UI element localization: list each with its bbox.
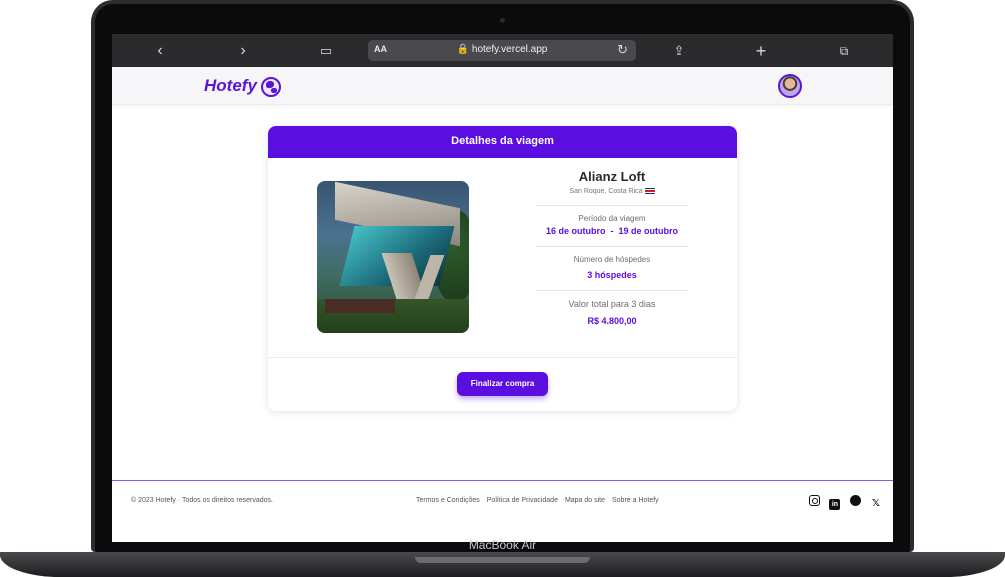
share-icon[interactable]: ⇪ [669, 41, 689, 61]
total-value: R$ 4.800,00 [587, 316, 637, 326]
finalize-purchase-button[interactable]: Finalizar compra [457, 372, 548, 396]
divider [536, 205, 688, 206]
app-header: Hotefy [112, 67, 893, 105]
url-value: hotefy.vercel.app [471, 44, 548, 55]
laptop-base [0, 552, 1005, 577]
hotel-photo [317, 181, 469, 333]
user-avatar[interactable] [778, 74, 802, 98]
location-text: San Roque, Costa Rica [569, 188, 643, 195]
footer-link-about[interactable]: Sobre a Hotefy [612, 497, 659, 504]
trip-details-card: Detalhes da viagem Alianz Loft San Roque… [268, 126, 737, 411]
social-icons: in 𝕏 [809, 493, 886, 511]
x-icon[interactable]: 𝕏 [870, 498, 881, 509]
footer-link-terms[interactable]: Termos e Condições [416, 497, 480, 504]
address-bar[interactable]: AA 🔒 hotefy.vercel.app ↻ [368, 40, 636, 61]
globe-icon [261, 77, 281, 97]
period-label: Período da viagem [578, 214, 646, 223]
github-icon[interactable] [849, 495, 861, 506]
divider [536, 290, 688, 291]
instagram-icon[interactable] [809, 495, 820, 506]
guests-value: 3 hóspedes [587, 270, 637, 280]
hotefy-logo[interactable]: Hotefy [204, 76, 257, 96]
safari-toolbar: ‹ › ▭ AA 🔒 hotefy.vercel.app ↻ ⇪ + ⧉ [112, 34, 893, 67]
forward-icon[interactable]: › [233, 41, 253, 61]
device-label: MacBook Air [468, 538, 537, 552]
reload-icon[interactable]: ↻ [617, 42, 628, 58]
costa-rica-flag-icon [644, 188, 655, 195]
tabs-icon[interactable]: ⧉ [834, 41, 854, 61]
divider [536, 246, 688, 247]
linkedin-icon[interactable]: in [829, 499, 841, 510]
laptop-notch [415, 557, 590, 563]
card-divider [268, 357, 737, 358]
laptop-frame: ‹ › ▭ AA 🔒 hotefy.vercel.app ↻ ⇪ + ⧉ Hot… [0, 0, 1005, 577]
trip-info: Alianz Loft San Roque, Costa Rica Períod… [536, 169, 688, 326]
card-title: Detalhes da viagem [268, 126, 737, 158]
browser-screen: ‹ › ▭ AA 🔒 hotefy.vercel.app ↻ ⇪ + ⧉ Hot… [112, 34, 893, 542]
back-icon[interactable]: ‹ [150, 41, 170, 61]
hotel-location: San Roque, Costa Rica [536, 188, 688, 195]
footer-link-sitemap[interactable]: Mapa do site [565, 497, 605, 504]
period-value: 16 de outubro - 19 de outubro [545, 226, 678, 236]
new-tab-icon[interactable]: + [751, 41, 771, 61]
copyright-text: © 2023 Hotefy · Todos os direitos reserv… [131, 497, 273, 504]
footer-divider [112, 480, 893, 481]
footer-links: Termos e Condições Política de Privacida… [416, 497, 664, 504]
camera-dot [500, 18, 505, 23]
footer-link-privacy[interactable]: Política de Privacidade [487, 497, 558, 504]
guests-label: Número de hóspedes [573, 255, 651, 264]
total-label: Valor total para 3 dias [568, 299, 656, 309]
url-text: 🔒 hotefy.vercel.app [456, 44, 548, 55]
bookmarks-icon[interactable]: ▭ [316, 41, 336, 61]
photo-deck [325, 299, 395, 313]
hotel-name: Alianz Loft [578, 169, 646, 184]
